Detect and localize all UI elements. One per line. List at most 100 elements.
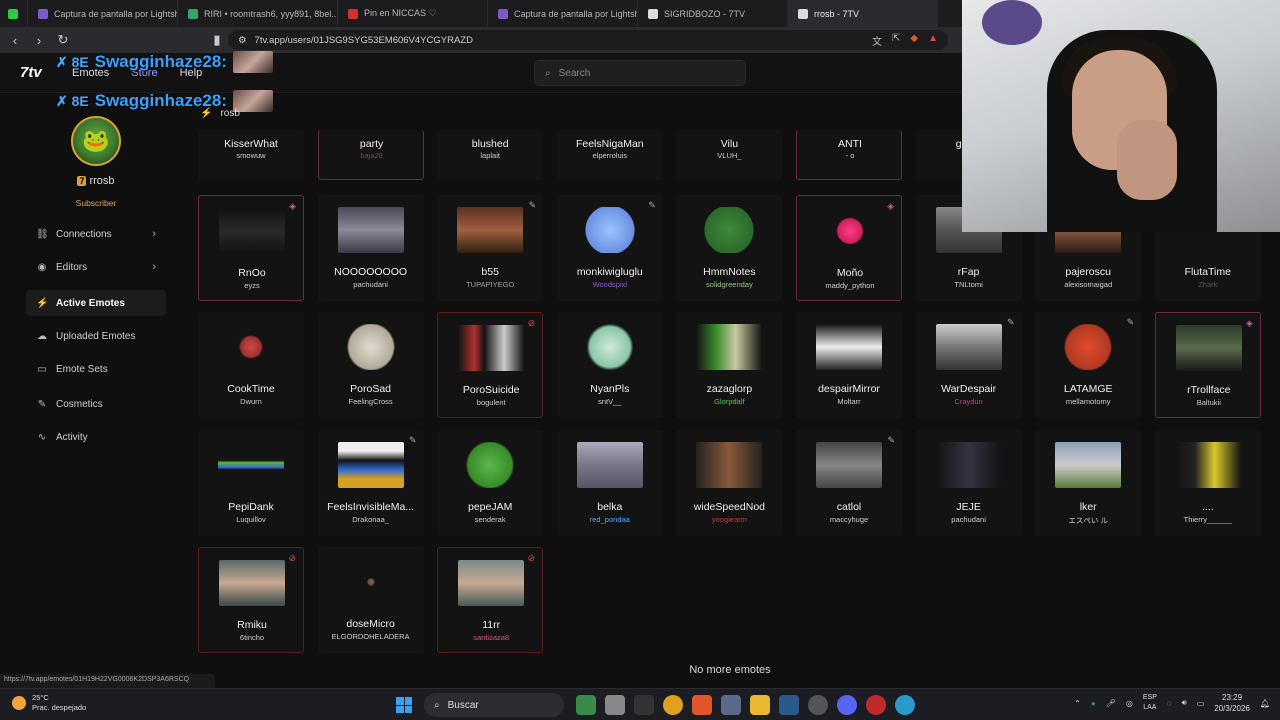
edit-icon[interactable]: ✎: [409, 435, 417, 446]
sidebar-toggle[interactable]: [0, 0, 28, 27]
browser-tab[interactable]: Captura de pantalla por Lightshot: [28, 0, 178, 27]
app-icon[interactable]: [866, 695, 886, 715]
conflict-icon[interactable]: ⊘: [288, 553, 296, 564]
emote-card[interactable]: ✎ monkiwigluglu Woodspixl: [556, 195, 663, 301]
emote-card[interactable]: despairMirror Moltarr: [796, 312, 902, 418]
emote-card[interactable]: pepeJAM senderak: [437, 430, 544, 536]
emote-card[interactable]: lker エスぺい ル: [1035, 430, 1142, 536]
tray-app-icon[interactable]: ●: [1091, 699, 1096, 708]
edit-icon[interactable]: ✎: [1007, 317, 1015, 328]
emote-card[interactable]: party baja28: [317, 130, 424, 180]
emote-card[interactable]: ◈ rTrollface Baltukii: [1154, 312, 1261, 418]
emote-card[interactable]: Vilu VLUH_: [676, 130, 783, 180]
edit-icon[interactable]: ✎: [887, 435, 895, 446]
folder-icon[interactable]: [750, 695, 770, 715]
chevron-up-icon[interactable]: ⌃: [1074, 699, 1081, 708]
sidebar-item-activity[interactable]: ∿ Activity: [26, 424, 166, 450]
tab-label: Pin en NICCAS ♡: [364, 8, 437, 18]
sidebar-item-cosmetics[interactable]: ✎ Cosmetics: [26, 391, 166, 417]
logo[interactable]: 7tv: [20, 64, 42, 81]
chrome-icon[interactable]: [663, 695, 683, 715]
edit-icon[interactable]: ✎: [648, 200, 656, 211]
battery-icon[interactable]: ▭: [1197, 699, 1205, 708]
emote-card[interactable]: ⊘ 11rr santizaza8: [437, 547, 544, 653]
emote-card[interactable]: ANTI - o: [796, 130, 902, 180]
emote-card[interactable]: JEJE pachudani: [915, 430, 1022, 536]
start-button[interactable]: [396, 697, 412, 713]
browser-tab[interactable]: rrosb - 7TV: [788, 0, 938, 27]
emote-owner: Moltarr: [837, 397, 861, 406]
edit-icon[interactable]: ✎: [529, 200, 537, 211]
app-icon[interactable]: [576, 695, 596, 715]
clock[interactable]: 23:29 20/3/2026: [1214, 692, 1250, 714]
rewards-icon[interactable]: ▲: [928, 33, 938, 48]
personal-icon[interactable]: ◈: [289, 201, 296, 212]
shield-icon[interactable]: ◆: [910, 33, 918, 48]
edit-icon[interactable]: ✎: [1127, 317, 1135, 328]
emote-card[interactable]: PepiDank Luquillov: [198, 430, 304, 536]
back-icon[interactable]: ‹: [8, 33, 22, 48]
notification-icon[interactable]: 🔔︎: [1260, 699, 1270, 708]
conflict-icon[interactable]: ⊘: [528, 553, 536, 564]
emote-card[interactable]: ✎ LATAMGE mellamotomy: [1035, 312, 1142, 418]
app-icon[interactable]: [634, 695, 654, 715]
store-icon[interactable]: [721, 695, 741, 715]
app-icon[interactable]: [895, 695, 915, 715]
emote-card[interactable]: PoroSad FeelingCross: [317, 312, 424, 418]
mic-icon[interactable]: 🎤︎: [1106, 699, 1116, 708]
browser-tab[interactable]: Captura de pantalla por Lightshot: [488, 0, 638, 27]
discord-icon[interactable]: [837, 695, 857, 715]
emote-card[interactable]: doseMicro ELGORDOHELADERA: [317, 547, 424, 653]
bookmark-icon[interactable]: ▮: [210, 32, 224, 48]
forward-icon[interactable]: ›: [32, 33, 46, 48]
emote-card[interactable]: ✎ WarDespair Craydun: [915, 312, 1022, 418]
weather-widget[interactable]: 25°C Prac. despejado: [12, 693, 86, 713]
emote-card[interactable]: wideSpeedNod yoogiearm: [676, 430, 783, 536]
sidebar-item-emote-sets[interactable]: ▭ Emote Sets: [26, 356, 166, 382]
emote-card[interactable]: ◈ RnOo eyzs: [198, 195, 304, 301]
emote-card[interactable]: CookTime Dwurn: [198, 312, 304, 418]
emote-card[interactable]: ◈ Moño maddy_python: [796, 195, 902, 301]
volume-icon[interactable]: 🔊︎: [1182, 698, 1187, 708]
emote-set-label[interactable]: ⚡ rosb: [200, 108, 240, 119]
search-input[interactable]: ⌕ Search: [534, 60, 746, 86]
share-icon[interactable]: ⇱: [892, 33, 900, 48]
wifi-icon[interactable]: ◌: [1167, 699, 1172, 708]
emote-card[interactable]: ✎ FeelsInvisibleMa... Drakonaa_: [317, 430, 424, 536]
steam-icon[interactable]: [779, 695, 799, 715]
emote-card[interactable]: .... Thierry______: [1154, 430, 1261, 536]
emote-card[interactable]: HmmNotes solidgreenday: [676, 195, 783, 301]
conflict-icon[interactable]: ⊘: [528, 318, 536, 329]
url-field[interactable]: ⚙ 7tv.app/users/01JSG9SYG53EM606V4YCGYRA…: [228, 30, 948, 50]
browser-tab[interactable]: Pin en NICCAS ♡: [338, 0, 488, 27]
brave-icon[interactable]: [692, 695, 712, 715]
translate-icon[interactable]: 文: [872, 33, 882, 48]
emote-card[interactable]: NOOOOOOOO pachudani: [317, 195, 424, 301]
emote-card[interactable]: ✎ catlol maccyhuge: [796, 430, 902, 536]
emote-card[interactable]: ✎ b55 TUPAPIYEGO: [437, 195, 544, 301]
site-settings-icon[interactable]: ⚙: [238, 35, 247, 46]
personal-icon[interactable]: ◈: [887, 201, 894, 212]
sidebar-item-uploaded-emotes[interactable]: ☁ Uploaded Emotes: [26, 323, 166, 349]
language-indicator[interactable]: ESP LAA: [1143, 693, 1157, 713]
reload-icon[interactable]: ↻: [56, 32, 70, 48]
emote-card[interactable]: ⊘ Rmiku 6tincho: [198, 547, 304, 653]
sidebar-item-active-emotes[interactable]: ⚡ Active Emotes: [26, 290, 166, 316]
taskbar-search[interactable]: ⌕ Buscar: [424, 693, 564, 717]
emote-card[interactable]: ⊘ PoroSuicide bogulent: [437, 312, 544, 418]
browser-tab[interactable]: RIRI • roomtrash6, yyy891, 8bel...: [178, 0, 338, 27]
app-tray-icon[interactable]: ◎: [1126, 699, 1133, 708]
app-icon[interactable]: [605, 695, 625, 715]
emote-card[interactable]: NyanPls sntV__: [556, 312, 663, 418]
emote-card[interactable]: belka red_pondaa: [556, 430, 663, 536]
sidebar-item-connections[interactable]: ⛓ Connections ›: [26, 221, 166, 247]
emote-image: [337, 442, 404, 488]
emote-card[interactable]: zazaglorp Glorpdalf: [676, 312, 783, 418]
app-icon[interactable]: [808, 695, 828, 715]
emote-card[interactable]: KisserWhat smowuw: [198, 130, 304, 180]
browser-tab[interactable]: SIGRIDBOZO - 7TV: [638, 0, 788, 27]
emote-card[interactable]: blushed laplait: [437, 130, 544, 180]
personal-icon[interactable]: ◈: [1246, 318, 1253, 329]
emote-card[interactable]: FeelsNigaMan elperroluis: [556, 130, 663, 180]
sidebar-item-editors[interactable]: ◉ Editors ›: [26, 254, 166, 280]
